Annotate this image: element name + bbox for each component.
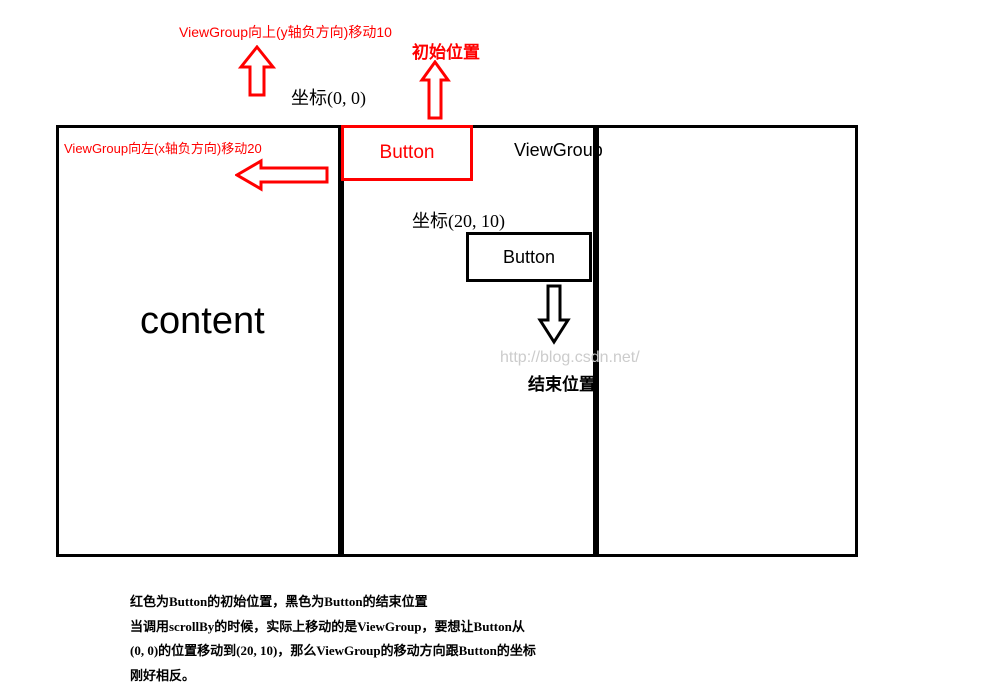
arrow-down-black-icon <box>536 284 572 346</box>
button-red-label: Button <box>380 142 435 164</box>
content-label: content <box>140 300 265 343</box>
viewgroup-label: ViewGroup <box>514 140 603 161</box>
button-black-label: Button <box>503 247 555 268</box>
arrow-up-red-icon <box>237 45 277 107</box>
annotation-move-left: ViewGroup向左(x轴负方向)移动20 <box>64 138 262 157</box>
coord-label-00: 坐标(0, 0) <box>291 84 366 110</box>
diagram-stage: ViewGroup向上(y轴负方向)移动10 初始位置 坐标(0, 0) Vie… <box>0 0 999 693</box>
desc-line2: 当调用scrollBy的时候，实际上移动的是ViewGroup，要想让Butto… <box>130 615 730 640</box>
watermark: http://blog.csdn.net/ <box>500 349 640 367</box>
description-block: 红色为Button的初始位置，黑色为Button的结束位置 当调用scrollB… <box>130 590 730 689</box>
desc-line3: (0, 0)的位置移动到(20, 10)，那么ViewGroup的移动方向跟Bu… <box>130 639 730 664</box>
desc-line1: 红色为Button的初始位置，黑色为Button的结束位置 <box>130 590 730 615</box>
annotation-move-up: ViewGroup向上(y轴负方向)移动10 <box>179 22 392 42</box>
arrow-up-red-small-icon <box>418 60 452 130</box>
annotation-end-position: 结束位置 <box>528 370 596 395</box>
button-red-box: Button <box>341 125 473 181</box>
right-box <box>596 125 858 557</box>
arrow-left-red-icon <box>235 157 335 193</box>
button-black-box: Button <box>466 232 592 282</box>
coord-label-2010: 坐标(20, 10) <box>412 207 505 233</box>
desc-line4: 刚好相反。 <box>130 664 730 689</box>
